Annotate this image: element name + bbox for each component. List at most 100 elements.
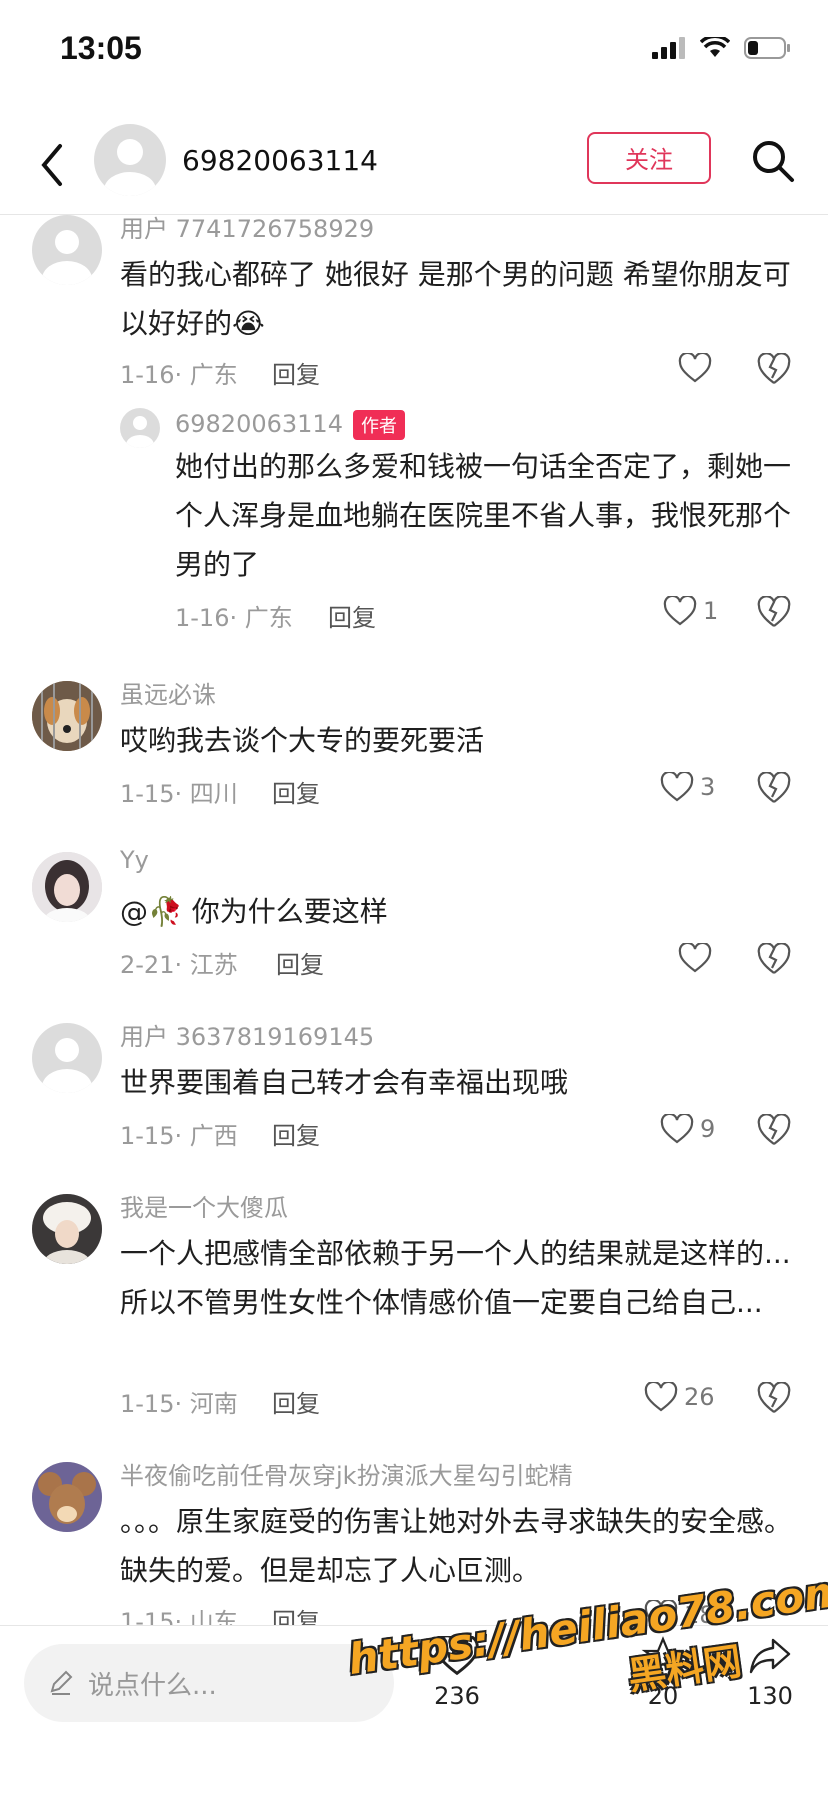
comment-username[interactable]: 虽远必诛 [120,675,216,710]
avatar[interactable] [120,408,160,448]
heart-icon [678,943,712,973]
reply-button[interactable]: 回复 [272,1602,320,1625]
avatar[interactable] [94,124,166,196]
comment-text: @🥀 你为什么要这样 [120,895,388,928]
reply-username[interactable]: 69820063114 [175,410,343,438]
reply-button[interactable]: 回复 [272,1384,320,1419]
comment-date: 1-15 [120,1390,175,1418]
comment-input[interactable]: 说点什么... [24,1644,394,1722]
avatar[interactable] [32,1194,102,1264]
share-action[interactable]: 130 [725,1636,815,1710]
comment-username[interactable]: 我是一个大傻瓜 [120,1188,288,1223]
like-count: 26 [684,1383,715,1411]
author-badge: 作者 [352,410,405,440]
mouse-avatar-icon [32,1462,102,1532]
comment-date: 1-16 [175,604,230,632]
like-count: 18 [684,1601,715,1625]
comment-meta: 1-16· 广东 [120,361,238,389]
comment-meta: 2-21· 江苏 [120,951,238,979]
dog-avatar-icon [32,681,102,751]
comment-input-placeholder: 说点什么... [88,1670,217,1701]
broken-heart-icon[interactable] [757,772,791,804]
comment-username[interactable]: 69820063114 作者 [175,410,405,440]
default-avatar-icon [42,230,92,285]
reply-button[interactable]: 回复 [272,774,320,809]
avatar[interactable] [32,1462,102,1532]
like-count: 9 [700,1115,716,1143]
search-icon[interactable] [750,138,796,184]
like-total: 236 [434,1682,480,1710]
like-button[interactable]: 26 [644,1382,715,1412]
like-count: 1 [703,597,719,625]
comment-meta: 1-15· 山东 [120,1602,238,1625]
comment-username[interactable]: 用户 3637819169145 [120,1017,374,1052]
comment-location: 河南 [189,1390,238,1418]
avatar[interactable] [32,1023,102,1093]
comment-text: 一个人把感情全部依赖于另一个人的结果就是这样的...所以不管男性女性个体情感价值… [120,1237,791,1319]
follow-button[interactable]: 关注 [587,132,711,184]
comment-username[interactable]: 半夜偷吃前任骨灰穿jk扮演派大星勾引蛇精 [120,1456,573,1491]
comment-location: 江苏 [189,951,238,979]
heart-icon [663,596,697,626]
reply-button[interactable]: 回复 [276,945,324,980]
broken-heart-icon[interactable] [757,943,791,975]
like-button[interactable]: 9 [660,1114,715,1144]
favorite-action[interactable]: 20 [618,1636,708,1710]
comment-meta: 1-16· 广东 [175,604,293,632]
heart-icon [435,1634,479,1676]
bottom-bar: 说点什么... 236 20 130 [0,1625,828,1793]
comment-date: 1-16 [120,361,175,389]
avatar[interactable] [32,852,102,922]
heart-icon [644,1382,678,1412]
broken-heart-icon[interactable] [757,1114,791,1146]
avatar[interactable] [32,215,102,285]
comment-text: 。。。原生家庭受的伤害让她对外去寻求缺失的安全感。缺失的爱。但是却忘了人心叵测。 [120,1505,793,1587]
status-time: 13:05 [60,30,142,66]
share-total: 130 [747,1682,793,1710]
heart-icon [644,1600,678,1625]
comment-text: 看的我心都碎了 她很好 是那个男的问题 希望你朋友可以好好的😭 [120,258,791,340]
comment-meta: 1-15· 广西 [120,1122,238,1150]
like-action[interactable]: 236 [412,1634,502,1710]
comment-date: 1-15 [120,780,175,808]
favorite-total: 20 [647,1682,679,1710]
comment-location: 广西 [189,1122,238,1150]
like-button[interactable]: 1 [663,596,718,626]
comment-meta: 1-15· 河南 [120,1390,238,1418]
reply-button[interactable]: 回复 [272,1116,320,1151]
back-icon[interactable] [36,140,66,190]
battery-icon [744,37,790,59]
comment-location: 四川 [189,780,238,808]
comment-text: 她付出的那么多爱和钱被一句话全否定了，剩她一个人浑身是血地躺在医院里不省人事，我… [175,450,792,581]
broken-heart-icon[interactable] [757,1382,791,1414]
heart-icon [678,353,712,383]
default-avatar-icon [126,416,154,448]
signal-icon [652,37,685,59]
comment-text: 世界要围着自己转才会有幸福出现哦 [120,1066,569,1099]
broken-heart-icon[interactable] [757,596,791,628]
comment-location: 山东 [189,1608,238,1625]
reply-button[interactable]: 回复 [272,355,320,390]
comment-location: 广东 [189,361,238,389]
comment-location: 广东 [244,604,293,632]
comment-text: 哎哟我去谈个大专的要死要活 [120,724,485,757]
comment-username[interactable]: Yy [120,846,149,874]
header-username[interactable]: 69820063114 [182,144,378,177]
share-icon [749,1638,791,1674]
comment-meta: 1-15· 四川 [120,780,238,808]
pencil-icon [50,1670,73,1695]
comment-list[interactable]: 用户 7741726758929 看的我心都碎了 她很好 是那个男的问题 希望你… [0,215,828,1625]
comment-date: 1-15 [120,1608,175,1625]
wifi-icon [700,37,730,57]
like-count: 3 [700,773,716,801]
like-button[interactable] [678,353,718,383]
like-button[interactable]: 18 [644,1600,715,1625]
broken-heart-icon[interactable] [757,353,791,385]
avatar[interactable] [32,681,102,751]
heart-icon [660,772,694,802]
reply-button[interactable]: 回复 [328,598,376,633]
comment-username[interactable]: 用户 7741726758929 [120,215,374,244]
like-button[interactable] [678,943,718,973]
like-button[interactable]: 3 [660,772,715,802]
comment-date: 2-21 [120,951,175,979]
